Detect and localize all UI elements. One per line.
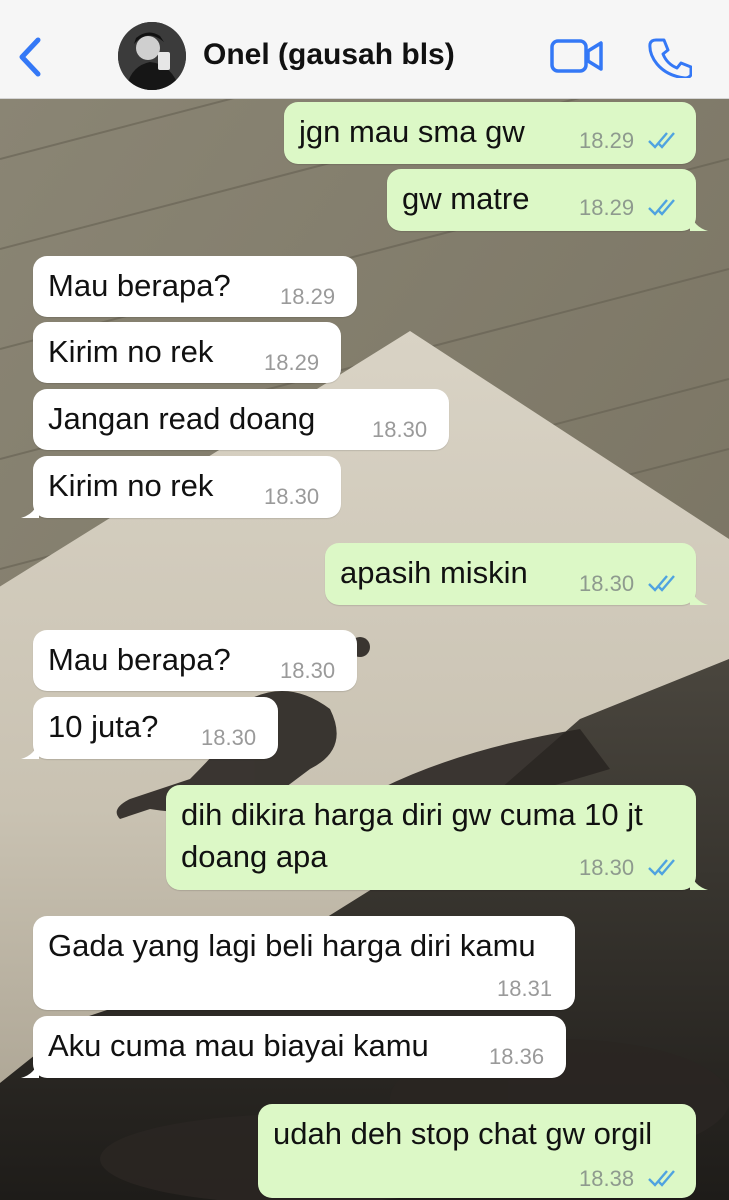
message-time: 18.36 <box>489 1044 545 1069</box>
message-time: 18.29 <box>264 350 320 375</box>
video-call-button[interactable] <box>550 38 604 74</box>
message-text: 10 juta? <box>48 709 159 744</box>
double-check-icon <box>648 1170 675 1187</box>
message-text: gw matre <box>402 181 530 216</box>
bubble-tail <box>690 872 708 890</box>
message-bubble-outgoing[interactable]: apasih miskin 18.30 <box>325 543 708 605</box>
phone-icon <box>648 38 693 80</box>
bubble-tail <box>690 213 708 231</box>
message-text-line: dih dikira harga diri gw cuma 10 jt <box>181 797 643 832</box>
avatar[interactable] <box>118 22 186 90</box>
message-text: Mau berapa? <box>48 268 231 303</box>
message-time: 18.29 <box>280 284 336 309</box>
message-bubble-incoming[interactable]: Gada yang lagi beli harga diri kamu 18.3… <box>33 916 575 1010</box>
message-bubble-outgoing[interactable]: dih dikira harga diri gw cuma 10 jt doan… <box>166 785 708 890</box>
back-button[interactable] <box>14 34 48 80</box>
double-check-icon <box>648 859 675 876</box>
profile-photo <box>118 22 186 90</box>
message-time: 18.30 <box>264 484 320 509</box>
message-time: 18.38 <box>579 1166 635 1191</box>
message-time: 18.30 <box>280 658 336 683</box>
message-text: Jangan read doang <box>48 401 316 436</box>
message-bubble-outgoing[interactable]: udah deh stop chat gw orgil 18.38 <box>258 1104 696 1198</box>
contact-name[interactable]: Onel (gausah bls) <box>203 38 455 72</box>
double-check-icon <box>648 132 675 149</box>
message-time: 18.31 <box>497 976 553 1001</box>
message-time: 18.30 <box>579 855 635 880</box>
message-bubble-incoming[interactable]: 10 juta? 18.30 <box>21 697 278 759</box>
video-camera-icon <box>550 39 603 73</box>
message-bubble-incoming[interactable]: Mau berapa? 18.29 <box>33 256 357 317</box>
chat-header: Onel (gausah bls) <box>0 0 729 99</box>
message-time: 18.29 <box>579 195 635 220</box>
message-time: 18.30 <box>579 571 635 596</box>
bubble-tail <box>21 1060 39 1078</box>
bubble-tail <box>21 741 39 759</box>
message-bubble-outgoing[interactable]: gw matre 18.29 <box>387 169 708 231</box>
message-text: apasih miskin <box>340 555 528 590</box>
message-bubble-incoming[interactable]: Mau berapa? 18.30 <box>33 630 357 691</box>
message-bubble-incoming[interactable]: Aku cuma mau biayai kamu 18.36 <box>21 1016 566 1078</box>
bubble-tail <box>690 587 708 605</box>
message-text-line: doang apa <box>181 839 328 874</box>
message-bubble-outgoing[interactable]: jgn mau sma gw 18.29 <box>284 102 696 164</box>
message-bubble-incoming[interactable]: Kirim no rek 18.30 <box>21 456 341 518</box>
message-time: 18.29 <box>579 128 635 153</box>
message-text: Gada yang lagi beli harga diri kamu <box>48 928 536 963</box>
message-text: Mau berapa? <box>48 642 231 677</box>
double-check-icon <box>648 575 675 592</box>
message-text: udah deh stop chat gw orgil <box>273 1116 653 1151</box>
bubble-tail <box>21 500 39 518</box>
message-time: 18.30 <box>201 725 257 750</box>
message-time: 18.30 <box>372 417 428 442</box>
double-check-icon <box>648 199 675 216</box>
voice-call-button[interactable] <box>648 36 693 80</box>
message-bubble-incoming[interactable]: Kirim no rek 18.29 <box>33 322 341 383</box>
message-bubble-incoming[interactable]: Jangan read doang 18.30 <box>33 389 449 450</box>
chevron-left-icon <box>19 37 41 77</box>
message-text: Kirim no rek <box>48 334 214 369</box>
message-text: jgn mau sma gw <box>299 114 525 149</box>
message-text: Kirim no rek <box>48 468 214 503</box>
message-text: Aku cuma mau biayai kamu <box>48 1028 429 1063</box>
